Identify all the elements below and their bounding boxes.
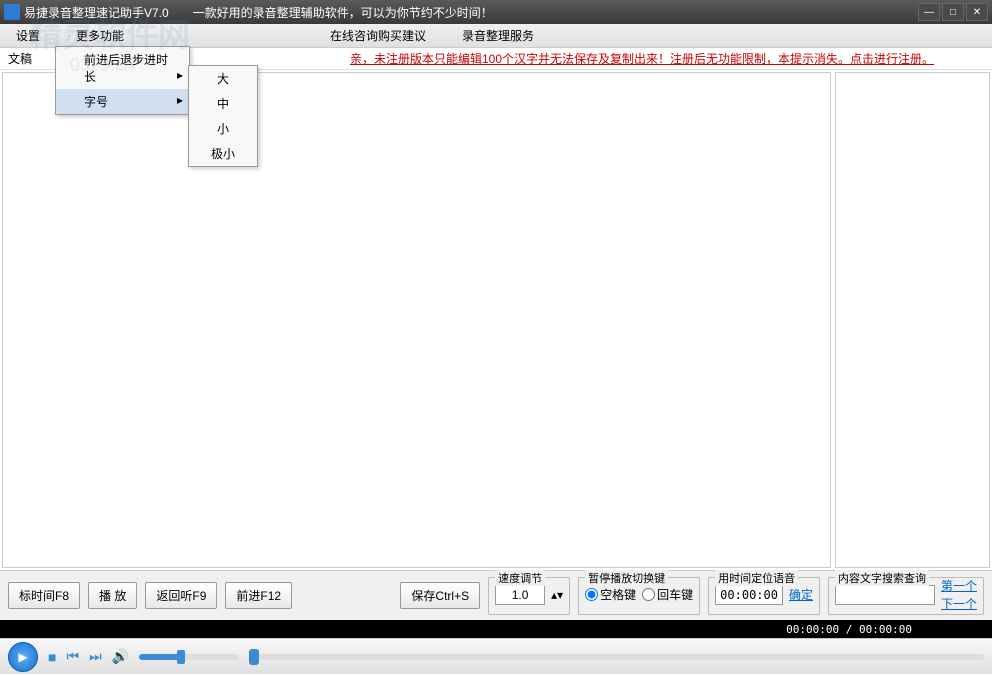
font-size-submenu: 大 中 小 极小: [188, 65, 258, 167]
dropdown-step-duration[interactable]: 前进后退步进时长: [56, 47, 189, 89]
dropdown-font-size[interactable]: 字号: [56, 89, 189, 114]
font-small[interactable]: 小: [189, 116, 257, 141]
search-title: 内容文字搜索查询: [835, 570, 929, 586]
speed-group: 速度调节 ▴▾: [488, 577, 570, 615]
editor-area[interactable]: [2, 72, 831, 568]
volume-icon[interactable]: 🔊: [112, 648, 129, 665]
window-title: 易捷录音整理速记助手V7.0 一款好用的录音整理辅助软件，可以为你节约不少时间！: [24, 4, 493, 21]
font-tiny[interactable]: 极小: [189, 141, 257, 166]
progress-thumb[interactable]: [249, 649, 259, 665]
main-area: [0, 70, 992, 570]
speed-spinner[interactable]: [495, 585, 545, 605]
mark-time-button[interactable]: 标时间F8: [8, 582, 80, 609]
time-bar: 00:00:00 / 00:00:00: [0, 620, 992, 638]
radio-enter[interactable]: 回车键: [642, 586, 693, 603]
font-large[interactable]: 大: [189, 66, 257, 91]
pause-key-group: 暂停播放切换键 空格键 回车键: [578, 577, 700, 615]
settings-dropdown: 前进后退步进时长 字号: [55, 46, 190, 115]
locate-time[interactable]: 00:00:00: [715, 585, 783, 605]
menu-more[interactable]: 更多功能: [68, 25, 132, 46]
locate-confirm[interactable]: 确定: [789, 586, 813, 603]
progress-slider[interactable]: [249, 654, 984, 660]
player-prev-icon[interactable]: ⏮: [66, 648, 79, 665]
register-notice[interactable]: 亲，未注册版本只能编辑100个汉字并无法保存及复制出来！注册后无功能限制，本提示…: [300, 50, 984, 67]
forward-button[interactable]: 前进F12: [225, 582, 292, 609]
app-icon: [4, 4, 20, 20]
pause-key-title: 暂停播放切换键: [585, 570, 668, 586]
font-medium[interactable]: 中: [189, 91, 257, 116]
play-button[interactable]: 播 放: [88, 582, 137, 609]
save-button[interactable]: 保存Ctrl+S: [400, 582, 480, 609]
side-panel: [835, 72, 990, 568]
player-bar: ▶ ■ ⏮ ⏭ 🔊: [0, 638, 992, 674]
search-next[interactable]: 下一个: [941, 595, 977, 612]
menu-link-consult[interactable]: 在线咨询购买建议: [322, 25, 434, 46]
menubar: 设置 更多功能 在线咨询购买建议 录音整理服务: [0, 24, 992, 48]
volume-thumb[interactable]: [177, 650, 185, 664]
menu-link-service[interactable]: 录音整理服务: [454, 25, 542, 46]
back-button[interactable]: 返回听F9: [145, 582, 217, 609]
player-play-button[interactable]: ▶: [8, 642, 38, 672]
time-display: 00:00:00 / 00:00:00: [786, 623, 912, 636]
menu-settings[interactable]: 设置: [8, 25, 48, 46]
spinner-arrows[interactable]: ▴▾: [551, 588, 563, 602]
close-button[interactable]: ✕: [966, 3, 988, 21]
locate-group: 用时间定位语音 00:00:00 确定: [708, 577, 820, 615]
radio-space[interactable]: 空格键: [585, 586, 636, 603]
search-first[interactable]: 第一个: [941, 577, 977, 594]
locate-title: 用时间定位语音: [715, 570, 798, 586]
search-input[interactable]: [835, 585, 935, 605]
maximize-button[interactable]: □: [942, 3, 964, 21]
volume-slider[interactable]: [139, 654, 239, 660]
controls-bar: 标时间F8 播 放 返回听F9 前进F12 保存Ctrl+S 速度调节 ▴▾ 暂…: [0, 570, 992, 620]
speed-title: 速度调节: [495, 570, 545, 586]
search-group: 内容文字搜索查询 第一个 下一个: [828, 577, 984, 615]
minimize-button[interactable]: —: [918, 3, 940, 21]
player-stop-icon[interactable]: ■: [48, 649, 56, 665]
player-next-icon[interactable]: ⏭: [89, 648, 102, 665]
toolbar-label: 文稿: [8, 50, 32, 67]
titlebar: 易捷录音整理速记助手V7.0 一款好用的录音整理辅助软件，可以为你节约不少时间！…: [0, 0, 992, 24]
